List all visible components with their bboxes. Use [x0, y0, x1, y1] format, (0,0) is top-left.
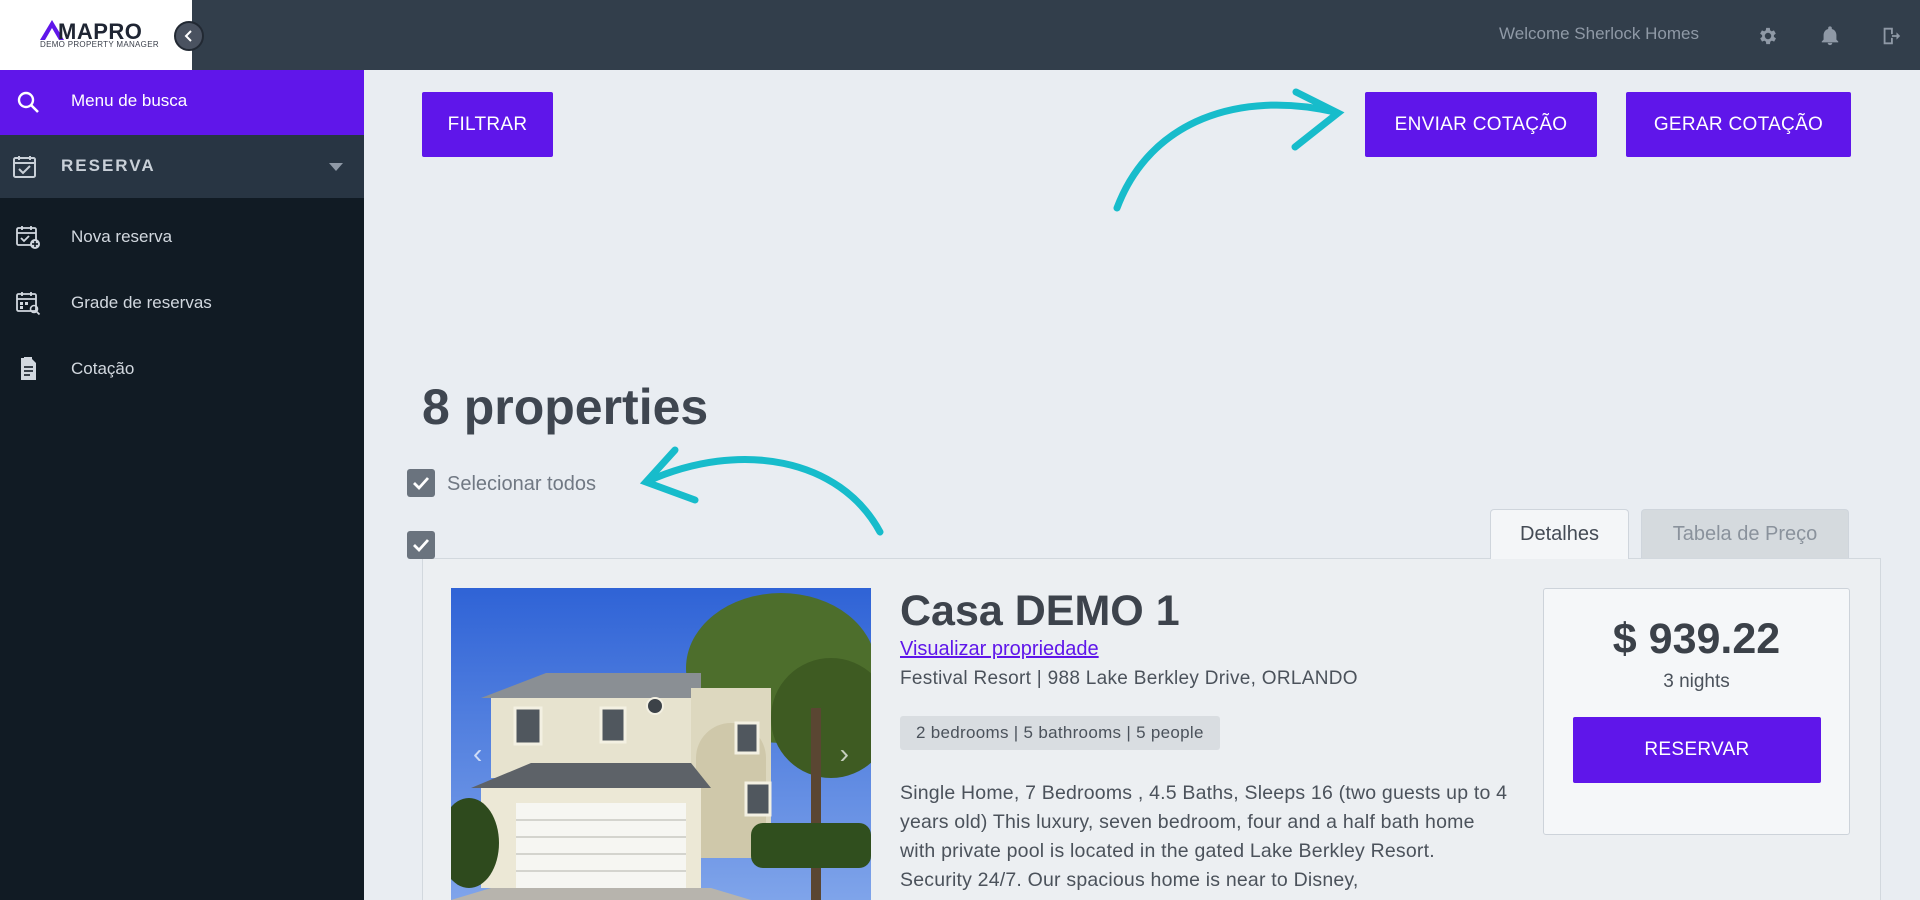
- sidebar-section-reserva[interactable]: RESERVA: [0, 135, 364, 198]
- gear-icon: [1760, 27, 1776, 45]
- sidebar-collapse-button[interactable]: [174, 21, 204, 51]
- checkmark-icon: [413, 477, 430, 491]
- arrow-to-select-all-icon: [639, 446, 884, 536]
- sidebar-item-label: Nova reserva: [71, 227, 173, 246]
- property-photo-carousel[interactable]: ‹ ›: [451, 588, 871, 900]
- logo-subtitle: DEMO PROPERTY MANAGER: [40, 40, 159, 49]
- price-box: $ 939.22 3 nights RESERVAR: [1543, 588, 1850, 835]
- calendar-check-icon: [13, 156, 36, 178]
- settings-button[interactable]: [1756, 24, 1780, 48]
- filter-button[interactable]: FILTRAR: [422, 92, 553, 157]
- results-count-title: 8 properties: [422, 379, 709, 435]
- send-quote-button[interactable]: ENVIAR COTAÇÃO: [1365, 92, 1597, 157]
- checkmark-icon: [413, 539, 430, 553]
- sidebar-item-label: Grade de reservas: [71, 293, 212, 312]
- arrow-to-send-quote-icon: [1113, 88, 1345, 212]
- property-photo: [451, 588, 871, 900]
- property-select-checkbox[interactable]: [407, 531, 435, 559]
- sidebar-item-cotacao[interactable]: Cotação: [0, 342, 364, 396]
- sidebar-item-grade-de-reservas[interactable]: Grade de reservas: [0, 276, 364, 330]
- select-all-label: Selecionar todos: [447, 473, 596, 495]
- logout-icon: [1883, 27, 1901, 45]
- sidebar: Menu de busca RESERVA Nova reserva Grade…: [0, 70, 364, 900]
- generate-quote-button[interactable]: GERAR COTAÇÃO: [1626, 92, 1851, 157]
- tab-detalhes[interactable]: Detalhes: [1490, 509, 1629, 559]
- view-property-link[interactable]: Visualizar propriedade: [900, 638, 1099, 661]
- sidebar-item-nova-reserva[interactable]: Nova reserva: [0, 210, 364, 264]
- sidebar-item-search-menu[interactable]: Menu de busca: [0, 70, 364, 135]
- top-bar: MAPRO DEMO PROPERTY MANAGER Welcome Sher…: [0, 0, 1920, 70]
- chevron-left-icon: [184, 30, 192, 42]
- notifications-button[interactable]: [1818, 24, 1842, 48]
- sidebar-item-label: Menu de busca: [71, 91, 188, 110]
- document-icon: [21, 357, 36, 380]
- property-title: Casa DEMO 1: [900, 587, 1180, 635]
- property-features-badge: 2 bedrooms | 5 bathrooms | 5 people: [900, 716, 1220, 750]
- bell-icon: [1821, 26, 1839, 46]
- tab-tabela-de-preco[interactable]: Tabela de Preço: [1641, 509, 1849, 559]
- sidebar-section-label: RESERVA: [61, 156, 156, 175]
- property-description: Single Home, 7 Bedrooms , 4.5 Baths, Sle…: [900, 782, 1508, 891]
- search-icon: [17, 91, 39, 113]
- select-all-checkbox[interactable]: [407, 469, 435, 497]
- welcome-message: Welcome Sherlock Homes: [1499, 24, 1699, 43]
- calendar-grid-icon: [16, 292, 41, 316]
- calendar-add-icon: [16, 226, 40, 249]
- carousel-prev-icon[interactable]: ‹: [473, 738, 482, 770]
- carousel-next-icon[interactable]: ›: [840, 738, 849, 770]
- logo[interactable]: MAPRO DEMO PROPERTY MANAGER: [0, 0, 192, 70]
- reserve-button[interactable]: RESERVAR: [1573, 717, 1821, 783]
- stay-nights: 3 nights: [1663, 671, 1730, 692]
- sidebar-item-label: Cotação: [71, 359, 135, 378]
- property-price: $ 939.22: [1612, 615, 1781, 663]
- logout-button[interactable]: [1879, 24, 1903, 48]
- caret-down-icon: [329, 163, 343, 171]
- property-address: Festival Resort | 988 Lake Berkley Drive…: [900, 668, 1358, 689]
